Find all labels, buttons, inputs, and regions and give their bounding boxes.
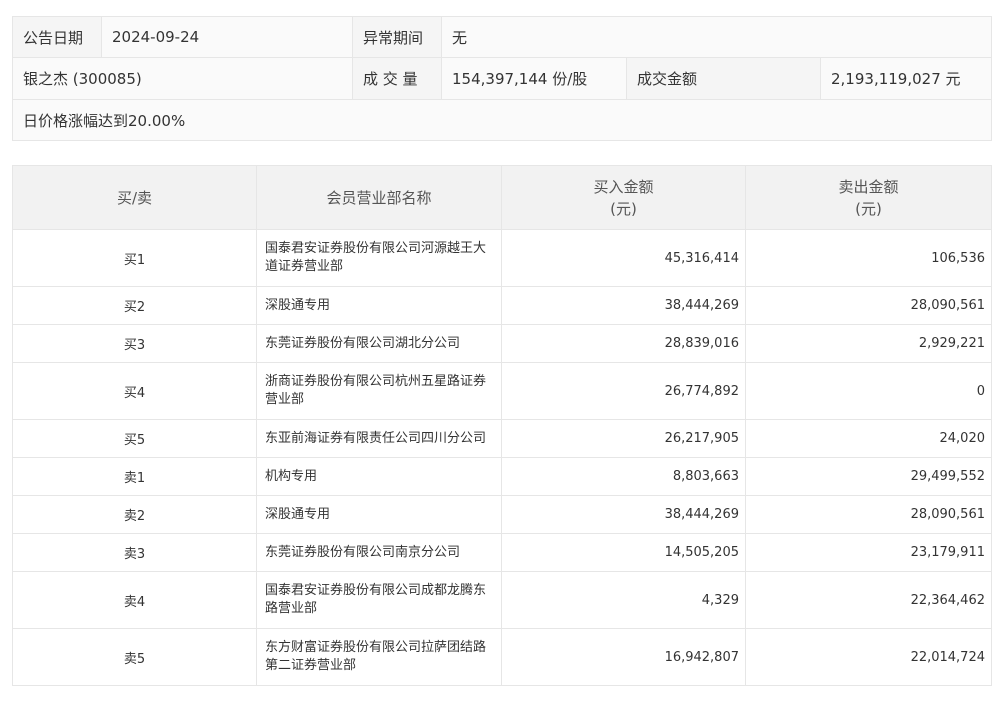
- header-sell: 卖出金额 (元): [745, 165, 992, 230]
- row-sell: 29,499,552: [745, 457, 992, 496]
- row-name: 东方财富证券股份有限公司拉萨团结路第二证券营业部: [256, 628, 502, 686]
- volume-label: 成 交 量: [352, 57, 442, 100]
- row-buy: 14,505,205: [501, 533, 746, 572]
- row-side: 买3: [12, 324, 257, 363]
- row-buy: 38,444,269: [501, 286, 746, 325]
- table-row: 卖4 国泰君安证券股份有限公司成都龙腾东路营业部 4,329 22,364,46…: [12, 571, 992, 629]
- page: 公告日期 2024-09-24 异常期间 无 银之杰 (300085) 成 交 …: [11, 16, 993, 686]
- table-row: 买3 东莞证券股份有限公司湖北分公司 28,839,016 2,929,221: [12, 324, 992, 363]
- header-side: 买/卖: [12, 165, 257, 230]
- table-row: 卖3 东莞证券股份有限公司南京分公司 14,505,205 23,179,911: [12, 533, 992, 572]
- row-side: 买4: [12, 362, 257, 420]
- row-buy: 38,444,269: [501, 495, 746, 534]
- summary-table: 公告日期 2024-09-24 异常期间 无 银之杰 (300085) 成 交 …: [11, 16, 993, 141]
- header-sell-line2: (元): [855, 199, 882, 218]
- row-sell: 23,179,911: [745, 533, 992, 572]
- table-row: 买2 深股通专用 38,444,269 28,090,561: [12, 286, 992, 325]
- date-value: 2024-09-24: [101, 16, 353, 58]
- row-side: 卖2: [12, 495, 257, 534]
- row-side: 卖1: [12, 457, 257, 496]
- reason-text: 日价格涨幅达到20.00%: [11, 99, 993, 141]
- table-row: 卖2 深股通专用 38,444,269 28,090,561: [12, 495, 992, 534]
- table-row: 卖5 东方财富证券股份有限公司拉萨团结路第二证券营业部 16,942,807 2…: [12, 628, 992, 686]
- row-sell: 28,090,561: [745, 286, 992, 325]
- row-sell: 0: [745, 362, 992, 420]
- row-name: 深股通专用: [256, 286, 502, 325]
- row-buy: 16,942,807: [501, 628, 746, 686]
- table-row: 买1 国泰君安证券股份有限公司河源越王大道证券营业部 45,316,414 10…: [12, 229, 992, 287]
- stock-name: 银之杰 (300085): [12, 57, 353, 100]
- row-name: 东莞证券股份有限公司南京分公司: [256, 533, 502, 572]
- row-name: 机构专用: [256, 457, 502, 496]
- row-side: 卖5: [12, 628, 257, 686]
- row-name: 浙商证券股份有限公司杭州五星路证券营业部: [256, 362, 502, 420]
- row-sell: 106,536: [745, 229, 992, 287]
- period-value: 无: [440, 16, 993, 58]
- row-buy: 8,803,663: [501, 457, 746, 496]
- date-label: 公告日期: [12, 16, 102, 58]
- row-sell: 24,020: [745, 419, 992, 458]
- period-label: 异常期间: [352, 16, 442, 58]
- header-buy-line2: (元): [610, 199, 637, 218]
- header-buy: 买入金额 (元): [501, 165, 746, 230]
- row-sell: 28,090,561: [745, 495, 992, 534]
- row-sell: 22,014,724: [745, 628, 992, 686]
- row-name: 深股通专用: [256, 495, 502, 534]
- table-row: 买4 浙商证券股份有限公司杭州五星路证券营业部 26,774,892 0: [12, 362, 992, 420]
- amount-label: 成交金额: [626, 57, 821, 100]
- row-name: 东亚前海证券有限责任公司四川分公司: [256, 419, 502, 458]
- row-name: 东莞证券股份有限公司湖北分公司: [256, 324, 502, 363]
- row-side: 卖3: [12, 533, 257, 572]
- header-name: 会员营业部名称: [256, 165, 502, 230]
- volume-value: 154,397,144 份/股: [441, 57, 627, 100]
- row-side: 卖4: [12, 571, 257, 629]
- header-sell-line1: 卖出金额: [838, 177, 899, 196]
- trading-table: 买/卖 会员营业部名称 买入金额 (元) 卖出金额 (元) 买1 国泰君安证券股…: [12, 165, 992, 686]
- row-name: 国泰君安证券股份有限公司成都龙腾东路营业部: [256, 571, 502, 629]
- row-buy: 26,217,905: [501, 419, 746, 458]
- table-row: 卖1 机构专用 8,803,663 29,499,552: [12, 457, 992, 496]
- row-sell: 22,364,462: [745, 571, 992, 629]
- row-side: 买5: [12, 419, 257, 458]
- row-side: 买1: [12, 229, 257, 287]
- header-buy-line1: 买入金额: [593, 177, 654, 196]
- row-side: 买2: [12, 286, 257, 325]
- row-sell: 2,929,221: [745, 324, 992, 363]
- row-name: 国泰君安证券股份有限公司河源越王大道证券营业部: [256, 229, 502, 287]
- table-header-row: 买/卖 会员营业部名称 买入金额 (元) 卖出金额 (元): [12, 165, 992, 230]
- row-buy: 4,329: [501, 571, 746, 629]
- row-buy: 28,839,016: [501, 324, 746, 363]
- row-buy: 45,316,414: [501, 229, 746, 287]
- row-buy: 26,774,892: [501, 362, 746, 420]
- table-row: 买5 东亚前海证券有限责任公司四川分公司 26,217,905 24,020: [12, 419, 992, 458]
- amount-value: 2,193,119,027 元: [819, 57, 993, 100]
